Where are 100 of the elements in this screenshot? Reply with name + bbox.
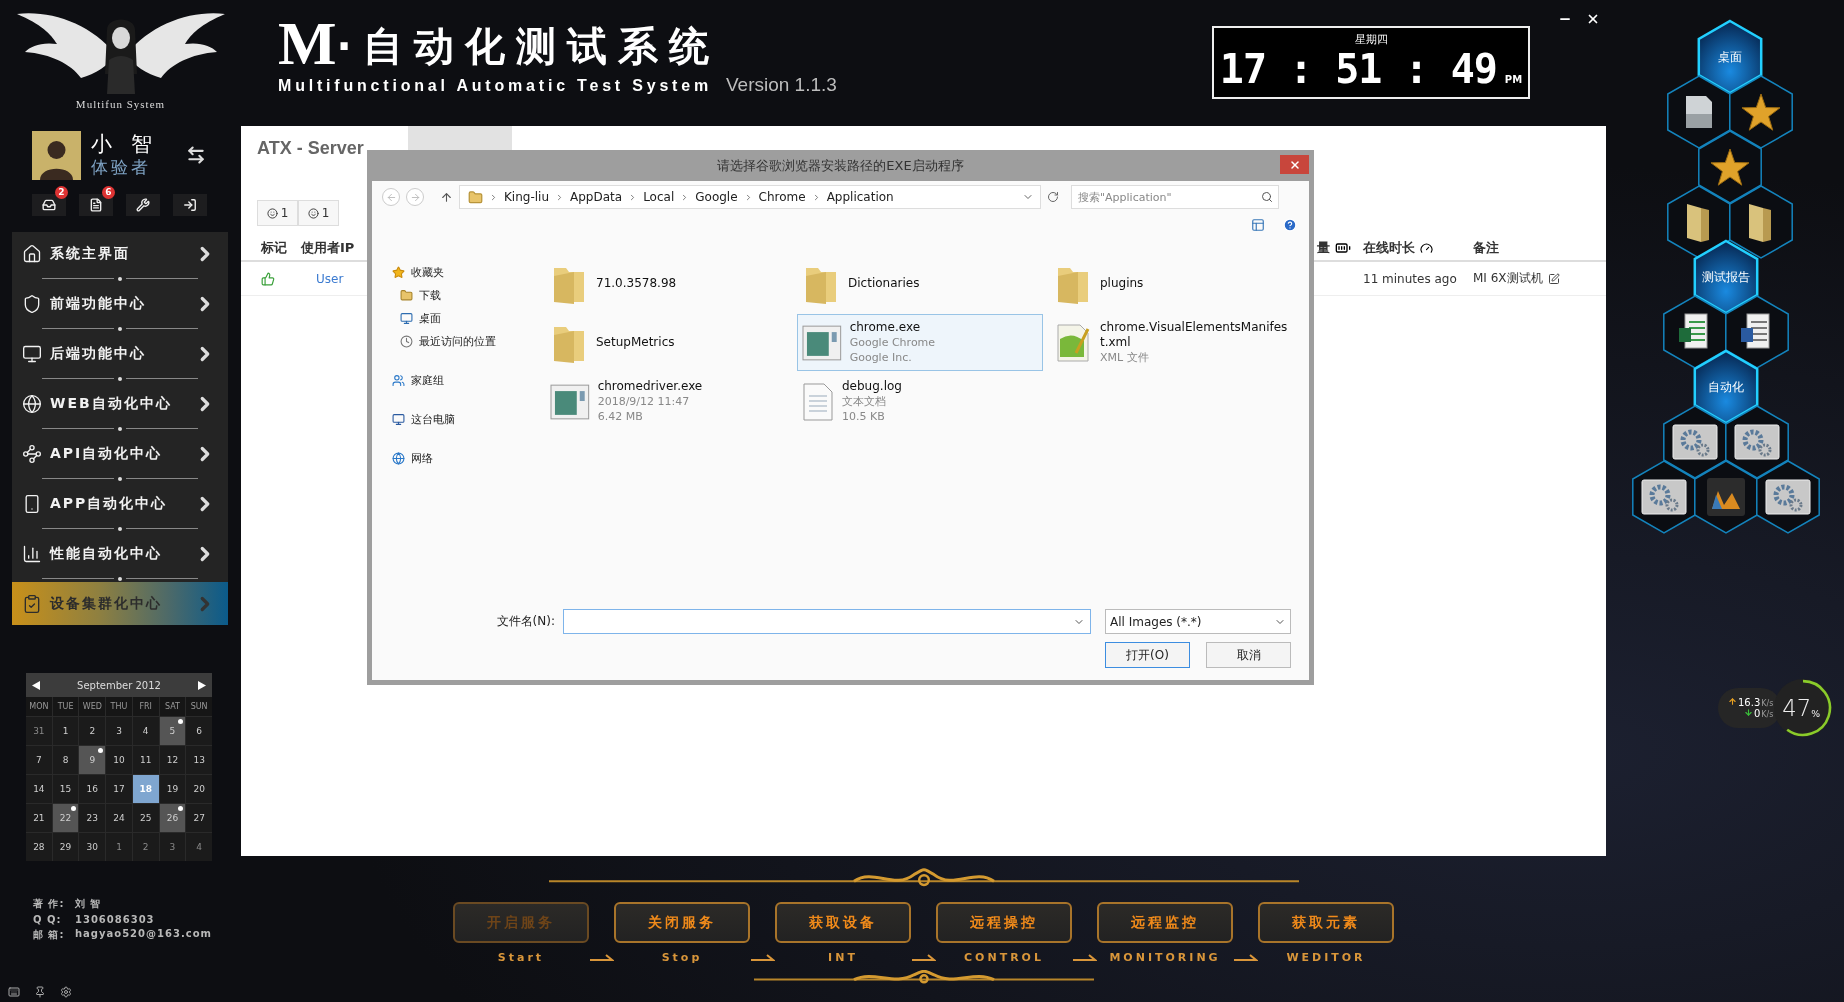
document-shortcut[interactable] [1667,75,1731,149]
path-segment[interactable]: Chrome [758,190,806,204]
path-segment[interactable]: Google [695,190,738,204]
action-button[interactable]: 远程操控 [936,902,1072,943]
next-month-button[interactable] [198,680,206,690]
folder-shortcut[interactable] [1729,185,1793,259]
menu-item[interactable]: 后端功能中心 [12,332,228,375]
file-type-select[interactable]: All Images (*.*) [1105,609,1291,634]
calendar-day[interactable]: 21 [26,804,52,832]
calendar-day[interactable]: 11 [132,746,159,774]
file-item[interactable]: debug.log 文本文档 10.5 KB [797,373,1043,430]
calendar-day[interactable]: 4 [186,833,212,861]
menu-item[interactable]: 系统主界面 [12,232,228,275]
file-item[interactable]: chrome.VisualElementsManifest.xml XML 文件 [1049,314,1295,371]
dialog-button[interactable]: 取消 [1206,642,1291,668]
help-icon[interactable] [1283,218,1297,232]
filter-button[interactable]: 1 [298,200,339,226]
menu-item[interactable]: APP自动化中心 [12,482,228,525]
calendar-day[interactable]: 15 [52,775,79,803]
gear-shortcut[interactable] [1756,460,1820,534]
menu-item[interactable]: 前端功能中心 [12,282,228,325]
close-button[interactable] [1586,12,1600,26]
menu-item[interactable]: 设备集群化中心 [12,582,228,625]
path-segment[interactable]: Local [643,190,675,204]
nav-item[interactable]: 收藏夹 [392,261,444,284]
action-button[interactable]: 关闭服务 [614,902,750,943]
toolbar-button[interactable] [32,194,66,216]
path-segment[interactable]: Application [826,190,894,204]
calendar-day[interactable]: 10 [106,746,132,774]
preview-pane-icon[interactable] [1251,218,1265,232]
calendar-day[interactable]: 14 [26,775,52,803]
file-item[interactable]: 71.0.3578.98 [545,255,791,312]
dialog-button[interactable]: 打开(O) [1105,642,1190,668]
settings-icon[interactable] [60,986,72,998]
pin-icon[interactable] [34,986,46,998]
calendar-day[interactable]: 26 [159,804,186,832]
file-item[interactable]: chromedriver.exe 2018/9/12 11:47 6.42 MB [545,373,791,430]
chart-shortcut[interactable] [1694,460,1758,534]
file-item[interactable]: SetupMetrics [545,314,791,371]
calendar-day[interactable]: 4 [132,717,159,745]
calendar-day[interactable]: 20 [186,775,212,803]
calendar-day[interactable]: 2 [132,833,159,861]
file-item[interactable]: Dictionaries [797,255,1043,312]
calendar-day[interactable]: 7 [26,746,52,774]
file-item[interactable]: chrome.exe Google Chrome Google Inc. [797,314,1043,371]
path-segment[interactable]: AppData [570,190,623,204]
calendar-day[interactable]: 24 [106,804,132,832]
search-field[interactable]: 搜索"Application" [1071,185,1279,209]
nav-item[interactable]: 这台电脑 [392,408,455,431]
calendar-day[interactable]: 16 [79,775,106,803]
star-shortcut[interactable] [1729,75,1793,149]
calendar-day[interactable]: 1 [52,717,79,745]
calendar-day[interactable]: 28 [26,833,52,861]
calendar-day[interactable]: 17 [106,775,132,803]
hex-button[interactable]: 桌面 [1697,19,1763,95]
address-bar[interactable]: King-liu AppData Local Google Chrome Application [459,185,1041,209]
file-name-field[interactable] [563,609,1091,634]
calendar-day[interactable]: 9 [79,746,106,774]
calendar-day[interactable]: 19 [159,775,186,803]
text-document-shortcut[interactable] [1725,295,1789,369]
nav-item[interactable]: 网络 [392,447,433,470]
nav-item[interactable]: 最近访问的位置 [392,330,496,353]
menu-item[interactable]: 性能自动化中心 [12,532,228,575]
toolbar-button[interactable] [173,194,207,216]
action-button[interactable]: 远程监控 [1097,902,1233,943]
calendar-day[interactable]: 3 [106,717,132,745]
nav-item[interactable]: 桌面 [392,307,441,330]
calendar-day[interactable]: 1 [106,833,132,861]
keyboard-icon[interactable] [8,986,20,998]
calendar-day[interactable]: 6 [186,717,212,745]
path-segment[interactable]: King-liu [504,190,550,204]
calendar-day[interactable]: 31 [26,717,52,745]
calendar-day[interactable]: 22 [52,804,79,832]
edit-icon[interactable] [1547,272,1560,285]
toolbar-button[interactable] [126,194,160,216]
hex-button[interactable]: 自动化 [1693,349,1759,425]
calendar-day[interactable]: 25 [132,804,159,832]
calendar-day[interactable]: 29 [52,833,79,861]
calendar-day[interactable]: 12 [159,746,186,774]
menu-item[interactable]: WEB自动化中心 [12,382,228,425]
calendar-day[interactable]: 30 [79,833,106,861]
calendar-day[interactable]: 13 [186,746,212,774]
gear-shortcut[interactable] [1632,460,1696,534]
calendar-day[interactable]: 3 [159,833,186,861]
calendar-day[interactable]: 2 [79,717,106,745]
calendar-day[interactable]: 23 [79,804,106,832]
calendar-day[interactable]: 5 [159,717,186,745]
calendar-day[interactable]: 27 [186,804,212,832]
previous-month-button[interactable] [32,680,40,690]
swap-icon[interactable] [185,145,206,165]
menu-item[interactable]: API自动化中心 [12,432,228,475]
toolbar-button[interactable] [79,194,113,216]
action-button[interactable]: 获取设备 [775,902,911,943]
file-item[interactable]: plugins [1049,255,1295,312]
nav-item[interactable]: 家庭组 [392,369,444,392]
calendar-day[interactable]: 8 [52,746,79,774]
filter-button[interactable]: 1 [257,200,298,226]
nav-item[interactable]: 下载 [392,284,441,307]
action-button[interactable]: 获取元素 [1258,902,1394,943]
up-button[interactable] [440,190,453,204]
